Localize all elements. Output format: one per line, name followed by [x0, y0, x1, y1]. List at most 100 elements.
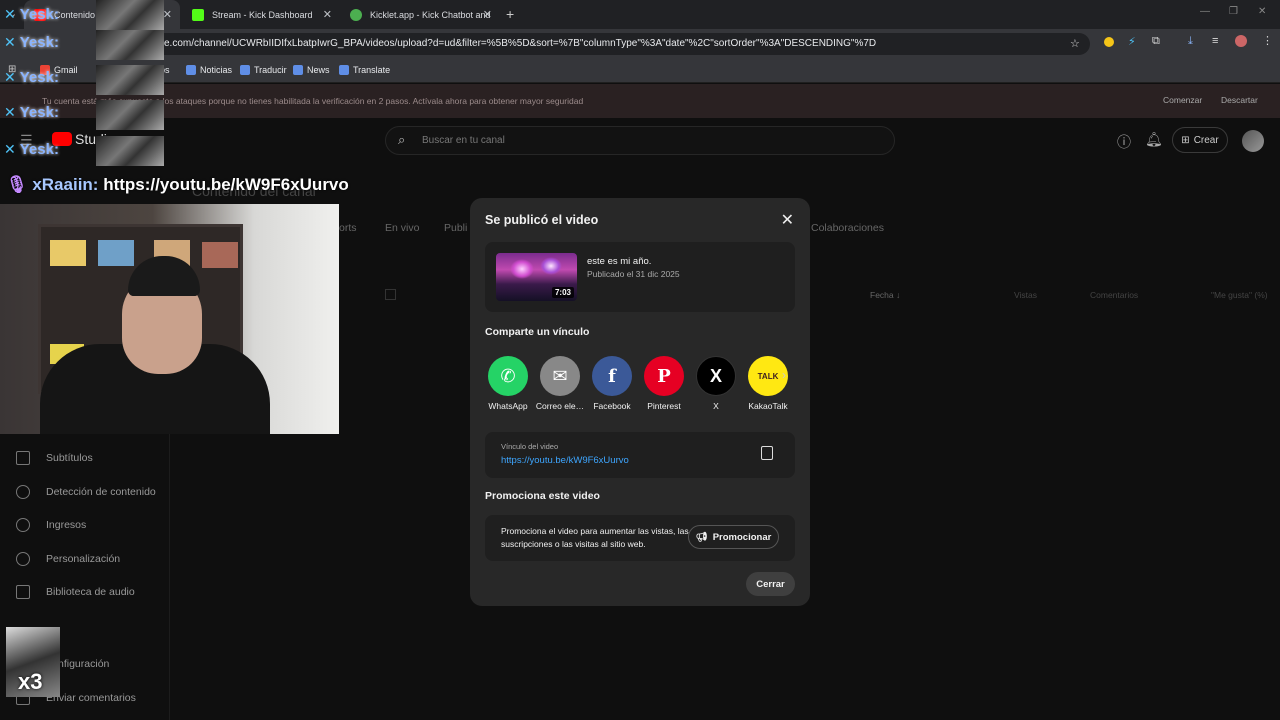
badge-text: x3: [18, 669, 43, 694]
close-tab-icon[interactable]: ✕: [163, 8, 172, 21]
emote-image: [96, 100, 164, 130]
tab-live[interactable]: En vivo: [385, 222, 419, 234]
share-pinterest-button[interactable]: P Pinterest: [638, 356, 690, 411]
video-published-dialog: Se publicó el video ✕ 7:03 este es mi añ…: [470, 198, 810, 606]
close-window-icon[interactable]: ✕: [1258, 6, 1266, 17]
browser-menu-icon[interactable]: ⋮: [1262, 34, 1273, 47]
copy-icon[interactable]: [761, 446, 773, 460]
sidebar-item-subtitles[interactable]: Subtítulos: [16, 448, 93, 468]
close-tab-icon[interactable]: ✕: [483, 8, 492, 21]
media-icon[interactable]: ≡: [1212, 35, 1218, 47]
sidebar-item-earn[interactable]: Ingresos: [16, 515, 86, 535]
enable-2fa-button[interactable]: Comenzar: [1163, 95, 1202, 105]
maximize-icon[interactable]: ❐: [1229, 6, 1238, 17]
mic-icon: 🎙︎: [6, 175, 28, 194]
news-icon: [186, 65, 196, 75]
account-avatar[interactable]: [1242, 130, 1264, 152]
news-icon: [293, 65, 303, 75]
tab-collaborations[interactable]: Colaboraciones: [811, 222, 884, 234]
video-link-box: Vínculo del video https://youtu.be/kW9F6…: [485, 432, 795, 478]
select-all-checkbox[interactable]: [385, 289, 396, 300]
profile-avatar[interactable]: [1235, 35, 1247, 47]
pinterest-icon: P: [644, 356, 684, 396]
kick-icon: [192, 8, 204, 21]
share-heading: Comparte un vínculo: [485, 326, 590, 338]
video-title: este es mi año.: [587, 256, 652, 267]
chevron-right-icon[interactable]: ›: [782, 368, 786, 382]
tab-shorts[interactable]: orts: [339, 222, 357, 234]
close-tab-icon[interactable]: ✕: [323, 8, 332, 21]
emote-image: [96, 0, 164, 30]
subtitles-icon: [16, 451, 30, 465]
tab-posts[interactable]: Publi: [444, 222, 467, 234]
fireworks-burst: [510, 259, 534, 279]
sidebar-divider: [169, 430, 170, 720]
copyright-icon: [16, 485, 30, 499]
bookmark-translate[interactable]: Translate: [339, 65, 390, 75]
tab-label: Stream - Kick Dashboard: [212, 9, 313, 20]
chat-message-text: https://youtu.be/kW9F6xUurvo: [103, 175, 349, 194]
help-icon[interactable]: ⓘ: [1117, 132, 1131, 152]
share-x-button[interactable]: X X: [690, 356, 742, 411]
search-placeholder: Buscar en tu canal: [422, 135, 505, 146]
tab-label: Kicklet.app - Kick Chatbot and: [370, 9, 491, 20]
create-video-icon: ⊞: [1181, 134, 1190, 146]
tab-kick-dashboard[interactable]: Stream - Kick Dashboard ✕: [182, 0, 340, 29]
whatsapp-icon: ✆: [488, 356, 528, 396]
close-button[interactable]: Cerrar: [746, 572, 795, 596]
bookmark-traducir[interactable]: Traducir: [240, 65, 287, 75]
promote-heading: Promociona este video: [485, 490, 600, 502]
share-facebook-button[interactable]: f Facebook: [586, 356, 638, 411]
magic-wand-icon: [16, 552, 30, 566]
translate-icon: [339, 65, 349, 75]
column-date[interactable]: Fecha ↓: [870, 290, 900, 300]
verified-badge-icon: ✕: [4, 103, 16, 120]
bookmark-star-icon[interactable]: ☆: [1070, 37, 1080, 50]
promote-description: Promociona el video para aumentar las vi…: [501, 526, 689, 549]
browser-tab-bar: ⌄ Contenido de ✕ Stream - Kick Dashboard…: [0, 0, 1280, 29]
poster-image: [98, 240, 134, 266]
tab-kicklet[interactable]: Kicklet.app - Kick Chatbot and ✕: [340, 0, 500, 29]
channel-search-input[interactable]: ⌕ Buscar en tu canal: [385, 126, 895, 155]
search-icon: ⌕: [398, 132, 406, 147]
extensions-puzzle-icon[interactable]: ⧉: [1152, 35, 1160, 48]
sidebar-item-content-detection[interactable]: Detección de contenido: [16, 482, 156, 502]
video-thumbnail[interactable]: 7:03: [496, 253, 577, 301]
column-views: Vistas: [1014, 290, 1037, 300]
bookmarks-bar: ⊞ Gmail ps Noticias Traducir News Transl…: [0, 59, 1280, 83]
extension-icon[interactable]: ⚡: [1128, 35, 1136, 48]
close-icon[interactable]: ✕: [781, 210, 794, 230]
poster-image: [50, 240, 86, 266]
webcam-feed: [0, 204, 339, 434]
chat-alert-row: ✕ Yesk:: [4, 103, 59, 121]
promote-button[interactable]: 📢︎ Promocionar: [688, 525, 779, 549]
browser-toolbar: e.com/channel/UCWRbIIDIfxLbatpIwrG_BPA/v…: [0, 29, 1280, 59]
create-button[interactable]: ⊞ Crear: [1172, 127, 1228, 153]
column-comments: Comentarios: [1090, 290, 1139, 300]
download-icon[interactable]: ⤓: [1188, 35, 1193, 48]
share-kakaotalk-button[interactable]: TALK KakaoTalk: [742, 356, 794, 411]
translate-icon: [240, 65, 250, 75]
bookmark-news[interactable]: News: [293, 65, 330, 75]
share-email-button[interactable]: ✉ Correo ele…: [534, 356, 586, 411]
video-card[interactable]: 7:03 este es mi año. Publicado el 31 dic…: [485, 242, 795, 312]
video-link-url[interactable]: https://youtu.be/kW9F6xUurvo: [501, 455, 629, 466]
sidebar-item-customization[interactable]: Personalización: [16, 549, 120, 569]
dismiss-button[interactable]: Descartar: [1221, 95, 1258, 105]
bookmark-noticias[interactable]: Noticias: [186, 65, 232, 75]
verified-badge-icon: ✕: [4, 33, 16, 50]
audio-library-icon: [16, 585, 30, 599]
share-whatsapp-button[interactable]: ✆ WhatsApp: [482, 356, 534, 411]
video-link-label: Vínculo del video: [501, 442, 559, 451]
extension-icon[interactable]: [1104, 37, 1114, 47]
security-warning-bar: Tu cuenta está más expuesta a los ataque…: [0, 84, 1280, 118]
minimize-icon[interactable]: —: [1200, 6, 1210, 17]
chat-alert-row: ✕ Yesk:: [4, 33, 59, 51]
dialog-title: Se publicó el video: [485, 213, 599, 227]
address-bar[interactable]: e.com/channel/UCWRbIIDIfxLbatpIwrG_BPA/v…: [150, 33, 1090, 55]
verified-badge-icon: ✕: [4, 5, 16, 22]
sidebar-item-audio-library[interactable]: Biblioteca de audio: [16, 582, 135, 602]
notifications-bell-icon[interactable]: 🔔︎: [1145, 131, 1163, 148]
video-publish-date: Publicado el 31 dic 2025: [587, 269, 680, 279]
new-tab-button[interactable]: +: [506, 6, 514, 22]
